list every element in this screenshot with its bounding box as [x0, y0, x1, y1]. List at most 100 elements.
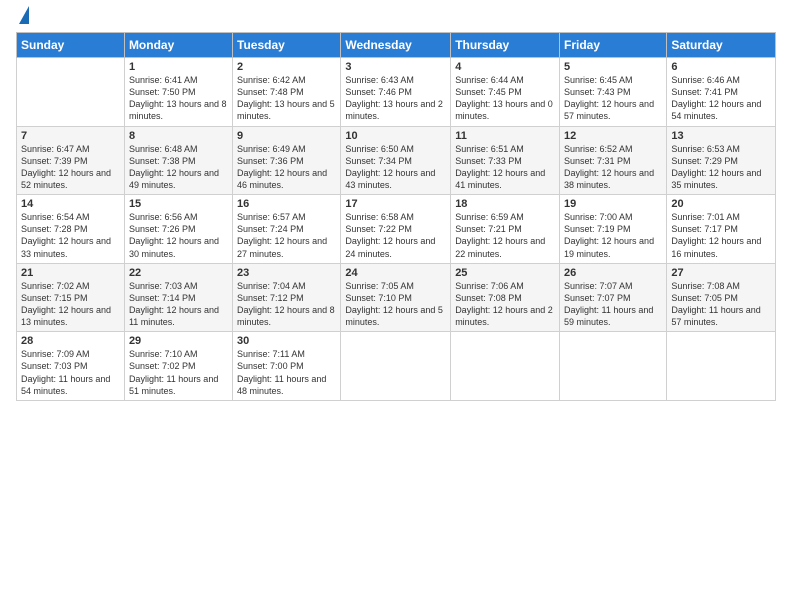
day-number: 17 — [345, 198, 446, 210]
cell-info: Sunrise: 7:05 AMSunset: 7:10 PMDaylight:… — [345, 280, 446, 329]
calendar-cell: 16Sunrise: 6:57 AMSunset: 7:24 PMDayligh… — [233, 195, 341, 264]
cell-info: Sunrise: 6:59 AMSunset: 7:21 PMDaylight:… — [455, 211, 555, 260]
cell-info: Sunrise: 7:09 AMSunset: 7:03 PMDaylight:… — [21, 348, 120, 397]
calendar-cell: 7Sunrise: 6:47 AMSunset: 7:39 PMDaylight… — [17, 126, 125, 195]
calendar-cell: 3Sunrise: 6:43 AMSunset: 7:46 PMDaylight… — [341, 58, 451, 127]
cell-info: Sunrise: 6:47 AMSunset: 7:39 PMDaylight:… — [21, 143, 120, 192]
calendar-cell: 21Sunrise: 7:02 AMSunset: 7:15 PMDayligh… — [17, 263, 125, 332]
calendar-cell: 10Sunrise: 6:50 AMSunset: 7:34 PMDayligh… — [341, 126, 451, 195]
day-number: 11 — [455, 130, 555, 142]
calendar-cell: 27Sunrise: 7:08 AMSunset: 7:05 PMDayligh… — [667, 263, 776, 332]
col-thursday: Thursday — [451, 33, 560, 58]
calendar-cell: 17Sunrise: 6:58 AMSunset: 7:22 PMDayligh… — [341, 195, 451, 264]
day-number: 1 — [129, 61, 228, 73]
cell-info: Sunrise: 6:42 AMSunset: 7:48 PMDaylight:… — [237, 74, 336, 123]
day-number: 18 — [455, 198, 555, 210]
day-number: 24 — [345, 267, 446, 279]
day-number: 12 — [564, 130, 662, 142]
day-number: 16 — [237, 198, 336, 210]
calendar-cell: 12Sunrise: 6:52 AMSunset: 7:31 PMDayligh… — [560, 126, 667, 195]
day-number: 10 — [345, 130, 446, 142]
calendar-cell: 15Sunrise: 6:56 AMSunset: 7:26 PMDayligh… — [124, 195, 232, 264]
cell-info: Sunrise: 7:01 AMSunset: 7:17 PMDaylight:… — [671, 211, 771, 260]
calendar-cell: 9Sunrise: 6:49 AMSunset: 7:36 PMDaylight… — [233, 126, 341, 195]
calendar-cell — [341, 332, 451, 401]
day-number: 4 — [455, 61, 555, 73]
calendar-cell: 29Sunrise: 7:10 AMSunset: 7:02 PMDayligh… — [124, 332, 232, 401]
cell-info: Sunrise: 6:57 AMSunset: 7:24 PMDaylight:… — [237, 211, 336, 260]
col-tuesday: Tuesday — [233, 33, 341, 58]
days-of-week-row: Sunday Monday Tuesday Wednesday Thursday… — [17, 33, 776, 58]
calendar-cell: 14Sunrise: 6:54 AMSunset: 7:28 PMDayligh… — [17, 195, 125, 264]
day-number: 20 — [671, 198, 771, 210]
day-number: 9 — [237, 130, 336, 142]
page: Sunday Monday Tuesday Wednesday Thursday… — [0, 0, 792, 612]
day-number: 15 — [129, 198, 228, 210]
day-number: 22 — [129, 267, 228, 279]
cell-info: Sunrise: 6:56 AMSunset: 7:26 PMDaylight:… — [129, 211, 228, 260]
col-friday: Friday — [560, 33, 667, 58]
week-row-2: 14Sunrise: 6:54 AMSunset: 7:28 PMDayligh… — [17, 195, 776, 264]
calendar-cell — [451, 332, 560, 401]
cell-info: Sunrise: 6:43 AMSunset: 7:46 PMDaylight:… — [345, 74, 446, 123]
calendar-cell: 11Sunrise: 6:51 AMSunset: 7:33 PMDayligh… — [451, 126, 560, 195]
day-number: 21 — [21, 267, 120, 279]
calendar-cell: 22Sunrise: 7:03 AMSunset: 7:14 PMDayligh… — [124, 263, 232, 332]
cell-info: Sunrise: 7:10 AMSunset: 7:02 PMDaylight:… — [129, 348, 228, 397]
cell-info: Sunrise: 7:04 AMSunset: 7:12 PMDaylight:… — [237, 280, 336, 329]
day-number: 13 — [671, 130, 771, 142]
calendar-cell: 25Sunrise: 7:06 AMSunset: 7:08 PMDayligh… — [451, 263, 560, 332]
cell-info: Sunrise: 6:41 AMSunset: 7:50 PMDaylight:… — [129, 74, 228, 123]
day-number: 3 — [345, 61, 446, 73]
calendar-cell: 1Sunrise: 6:41 AMSunset: 7:50 PMDaylight… — [124, 58, 232, 127]
day-number: 27 — [671, 267, 771, 279]
day-number: 29 — [129, 335, 228, 347]
calendar-cell: 24Sunrise: 7:05 AMSunset: 7:10 PMDayligh… — [341, 263, 451, 332]
calendar-cell: 30Sunrise: 7:11 AMSunset: 7:00 PMDayligh… — [233, 332, 341, 401]
day-number: 2 — [237, 61, 336, 73]
calendar-cell: 20Sunrise: 7:01 AMSunset: 7:17 PMDayligh… — [667, 195, 776, 264]
cell-info: Sunrise: 6:54 AMSunset: 7:28 PMDaylight:… — [21, 211, 120, 260]
cell-info: Sunrise: 6:44 AMSunset: 7:45 PMDaylight:… — [455, 74, 555, 123]
cell-info: Sunrise: 6:49 AMSunset: 7:36 PMDaylight:… — [237, 143, 336, 192]
calendar-cell: 26Sunrise: 7:07 AMSunset: 7:07 PMDayligh… — [560, 263, 667, 332]
day-number: 28 — [21, 335, 120, 347]
day-number: 5 — [564, 61, 662, 73]
week-row-0: 1Sunrise: 6:41 AMSunset: 7:50 PMDaylight… — [17, 58, 776, 127]
cell-info: Sunrise: 7:06 AMSunset: 7:08 PMDaylight:… — [455, 280, 555, 329]
week-row-4: 28Sunrise: 7:09 AMSunset: 7:03 PMDayligh… — [17, 332, 776, 401]
cell-info: Sunrise: 6:58 AMSunset: 7:22 PMDaylight:… — [345, 211, 446, 260]
cell-info: Sunrise: 6:52 AMSunset: 7:31 PMDaylight:… — [564, 143, 662, 192]
logo — [16, 10, 29, 24]
day-number: 19 — [564, 198, 662, 210]
calendar-cell: 28Sunrise: 7:09 AMSunset: 7:03 PMDayligh… — [17, 332, 125, 401]
cell-info: Sunrise: 7:02 AMSunset: 7:15 PMDaylight:… — [21, 280, 120, 329]
logo-triangle-icon — [19, 6, 29, 24]
calendar-cell: 4Sunrise: 6:44 AMSunset: 7:45 PMDaylight… — [451, 58, 560, 127]
cell-info: Sunrise: 7:07 AMSunset: 7:07 PMDaylight:… — [564, 280, 662, 329]
calendar-cell: 19Sunrise: 7:00 AMSunset: 7:19 PMDayligh… — [560, 195, 667, 264]
day-number: 25 — [455, 267, 555, 279]
col-sunday: Sunday — [17, 33, 125, 58]
header — [16, 10, 776, 24]
cell-info: Sunrise: 6:46 AMSunset: 7:41 PMDaylight:… — [671, 74, 771, 123]
calendar-cell — [560, 332, 667, 401]
cell-info: Sunrise: 7:03 AMSunset: 7:14 PMDaylight:… — [129, 280, 228, 329]
week-row-1: 7Sunrise: 6:47 AMSunset: 7:39 PMDaylight… — [17, 126, 776, 195]
calendar-cell: 5Sunrise: 6:45 AMSunset: 7:43 PMDaylight… — [560, 58, 667, 127]
week-row-3: 21Sunrise: 7:02 AMSunset: 7:15 PMDayligh… — [17, 263, 776, 332]
cell-info: Sunrise: 6:50 AMSunset: 7:34 PMDaylight:… — [345, 143, 446, 192]
calendar-cell — [17, 58, 125, 127]
cell-info: Sunrise: 6:45 AMSunset: 7:43 PMDaylight:… — [564, 74, 662, 123]
day-number: 6 — [671, 61, 771, 73]
calendar-table: Sunday Monday Tuesday Wednesday Thursday… — [16, 32, 776, 401]
col-saturday: Saturday — [667, 33, 776, 58]
calendar-cell: 2Sunrise: 6:42 AMSunset: 7:48 PMDaylight… — [233, 58, 341, 127]
day-number: 7 — [21, 130, 120, 142]
day-number: 8 — [129, 130, 228, 142]
cell-info: Sunrise: 6:51 AMSunset: 7:33 PMDaylight:… — [455, 143, 555, 192]
cell-info: Sunrise: 6:53 AMSunset: 7:29 PMDaylight:… — [671, 143, 771, 192]
calendar-cell — [667, 332, 776, 401]
col-wednesday: Wednesday — [341, 33, 451, 58]
calendar-cell: 18Sunrise: 6:59 AMSunset: 7:21 PMDayligh… — [451, 195, 560, 264]
